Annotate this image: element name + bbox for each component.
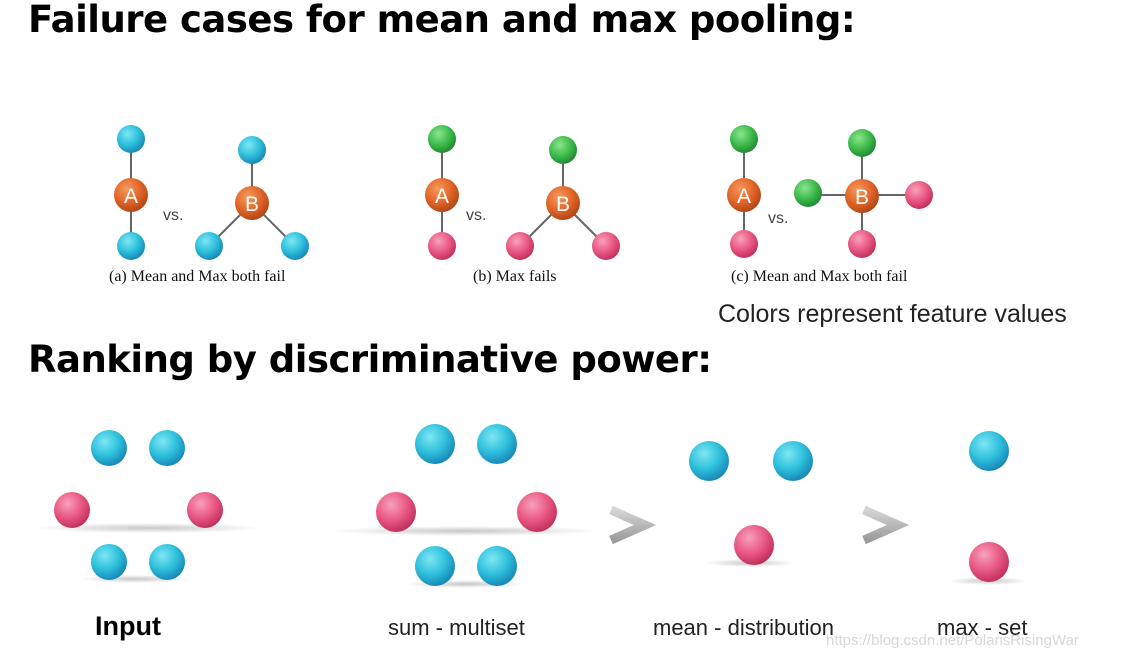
vs-text: vs.: [163, 207, 183, 224]
label-mean: mean - distribution: [653, 615, 834, 640]
greater-than-symbol: [862, 505, 910, 545]
node-green: [549, 136, 577, 164]
ball-pink: [969, 542, 1009, 582]
ball-blue: [773, 441, 813, 481]
node-pink: [592, 232, 620, 260]
node-green: [428, 125, 456, 153]
caption-c: (c) Mean and Max both fail: [731, 268, 908, 285]
panel-a: A vs. B: [114, 125, 309, 260]
panel-b: A vs. B: [425, 125, 620, 260]
node-b-label: B: [855, 186, 869, 209]
ball-pink: [734, 525, 774, 565]
ball-blue: [689, 441, 729, 481]
diagram-canvas: A vs. B A vs. B A vs. B: [35, 125, 1028, 588]
greater-than-symbol: [609, 505, 657, 545]
node-blue: [281, 232, 309, 260]
node-pink: [730, 230, 758, 258]
node-blue: [117, 232, 145, 260]
ball-blue: [477, 424, 517, 464]
ball-pink: [376, 492, 416, 532]
ball-blue: [415, 424, 455, 464]
node-pink: [506, 232, 534, 260]
node-pink: [428, 232, 456, 260]
label-sum: sum - multiset: [388, 615, 525, 640]
node-green: [794, 179, 822, 207]
panel-c: A vs. B: [727, 125, 933, 258]
node-green: [730, 125, 758, 153]
node-blue: [238, 136, 266, 164]
ranking-max: [948, 431, 1028, 585]
caption-a: (a) Mean and Max both fail: [109, 268, 286, 285]
node-b-label: B: [556, 193, 570, 216]
node-blue: [195, 232, 223, 260]
node-blue: [117, 125, 145, 153]
node-a-label: A: [737, 185, 751, 208]
ranking-sum: [331, 424, 601, 588]
ball-blue: [149, 544, 185, 580]
ball-blue: [969, 431, 1009, 471]
watermark: https://blog.csdn.net/PolarisRisingWar: [826, 632, 1079, 649]
ranking-mean: [689, 441, 813, 567]
colors-note: Colors represent feature values: [718, 300, 1067, 328]
ball-blue: [91, 430, 127, 466]
node-b-label: B: [245, 193, 259, 216]
vs-text: vs.: [768, 210, 788, 227]
node-a-label: A: [435, 185, 449, 208]
ball-blue: [477, 546, 517, 586]
node-pink: [905, 181, 933, 209]
ball-blue: [91, 544, 127, 580]
ball-blue: [149, 430, 185, 466]
ball-pink: [54, 492, 90, 528]
node-a-label: A: [124, 185, 138, 208]
node-green: [848, 129, 876, 157]
node-pink: [848, 230, 876, 258]
ball-blue: [415, 546, 455, 586]
ball-pink: [187, 492, 223, 528]
vs-text: vs.: [466, 207, 486, 224]
label-input: Input: [95, 611, 161, 641]
ranking-input: [35, 430, 265, 583]
ball-pink: [517, 492, 557, 532]
caption-b: (b) Max fails: [473, 268, 557, 285]
